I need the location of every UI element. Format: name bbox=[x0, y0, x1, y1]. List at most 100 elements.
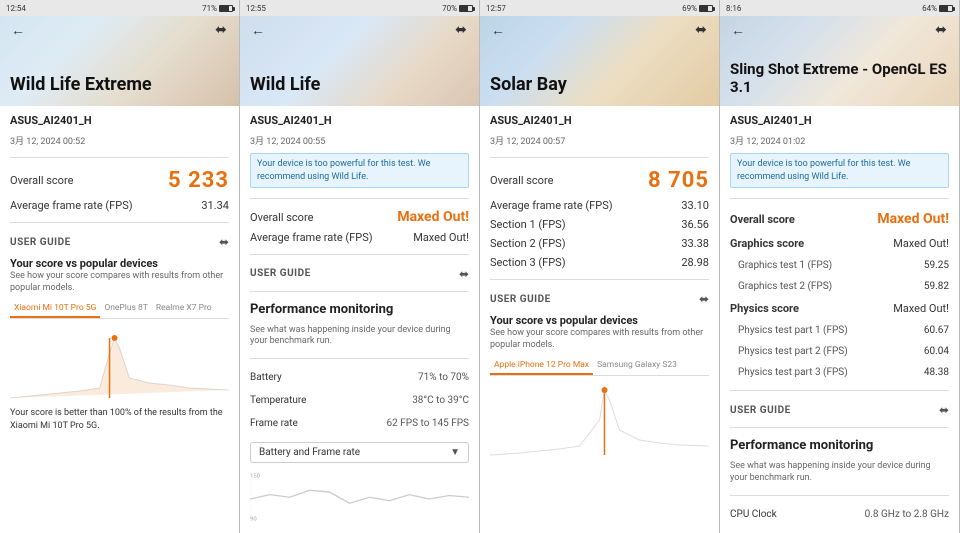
popular-section-3: Your score vs popular devices See how yo… bbox=[490, 314, 709, 460]
divider-3a bbox=[490, 157, 709, 158]
popular-subtitle-1: See how your score compares with results… bbox=[10, 271, 229, 294]
panel-wild-life: 12:55 70% ← ⬌ Wild Life ASUS_AI2401_H 3月… bbox=[240, 0, 480, 533]
section1-value-3: 36.56 bbox=[681, 218, 709, 231]
chart-svg-1 bbox=[10, 323, 229, 403]
perf-label-2-0: Battery bbox=[250, 372, 282, 383]
status-right-2: 70% bbox=[442, 4, 473, 13]
graphics-score-label-4: Graphics score bbox=[730, 237, 804, 250]
overall-score-label-1: Overall score bbox=[10, 174, 73, 187]
graphics-score-row-4: Graphics score Maxed Out! bbox=[730, 235, 949, 252]
device-tabs-1: Xiaomi Mi 10T Pro 5G OnePlus 8T Realme X… bbox=[10, 300, 229, 319]
physics-score-label-4: Physics score bbox=[730, 302, 799, 315]
svg-text:150: 150 bbox=[250, 474, 260, 480]
status-bar-2: 12:55 70% bbox=[240, 0, 479, 16]
share-icon-2[interactable]: ⬌ bbox=[459, 267, 469, 281]
physics-t3-value-4: 48.38 bbox=[924, 367, 949, 378]
panel-wild-life-extreme: 12:54 71% ← ⬌ Wild Life Extreme ASUS_AI2… bbox=[0, 0, 240, 533]
divider-4b bbox=[730, 390, 949, 391]
device-name-1: ASUS_AI2401_H bbox=[10, 114, 229, 127]
dropdown-arrow-2: ▼ bbox=[450, 447, 460, 458]
divider-2a bbox=[250, 198, 469, 199]
chart-area-3 bbox=[490, 380, 709, 460]
panel-title-1: Wild Life Extreme bbox=[10, 74, 229, 96]
user-guide-text-3: USER GUIDE bbox=[490, 294, 551, 305]
tab-realme[interactable]: Realme X7 Pro bbox=[152, 300, 216, 318]
status-bar-1: 12:54 71% bbox=[0, 0, 239, 16]
perf-subtitle-2: See what was happening inside your devic… bbox=[250, 325, 469, 348]
divider-4a bbox=[730, 198, 949, 199]
tab-xiaomi[interactable]: Xiaomi Mi 10T Pro 5G bbox=[10, 300, 100, 318]
popular-title-3: Your score vs popular devices bbox=[490, 314, 709, 327]
panel-header-3: ← ⬌ Solar Bay bbox=[480, 16, 719, 106]
back-button-3[interactable]: ← bbox=[488, 20, 508, 40]
popular-subtitle-3: See how your score compares with results… bbox=[490, 328, 709, 351]
section3-value-3: 28.98 bbox=[681, 256, 709, 269]
avg-fps-label-2: Average frame rate (FPS) bbox=[250, 231, 373, 244]
back-button-2[interactable]: ← bbox=[248, 20, 268, 40]
physics-t3-row-4: Physics test part 3 (FPS) 48.38 bbox=[730, 365, 949, 380]
avg-fps-label-3: Average frame rate (FPS) bbox=[490, 199, 613, 212]
panel-header-2: ← ⬌ Wild Life bbox=[240, 16, 479, 106]
share-icon-3[interactable]: ⬌ bbox=[699, 292, 709, 306]
dropdown-2[interactable]: Battery and Frame rate ▼ bbox=[250, 442, 469, 463]
back-button-1[interactable]: ← bbox=[8, 20, 28, 40]
share-button-header-2[interactable]: ⬌ bbox=[451, 20, 471, 40]
avg-fps-row-2: Average frame rate (FPS) Maxed Out! bbox=[250, 231, 469, 244]
share-icon-4[interactable]: ⬌ bbox=[939, 403, 949, 417]
perf-value-2-1: 38°C to 39°C bbox=[412, 395, 469, 406]
share-button-header-1[interactable]: ⬌ bbox=[211, 20, 231, 40]
device-name-4: ASUS_AI2401_H bbox=[730, 114, 949, 127]
device-date-2: 3月 12, 2024 00:55 bbox=[250, 134, 469, 147]
share-button-header-3[interactable]: ⬌ bbox=[691, 20, 711, 40]
user-guide-text-2: USER GUIDE bbox=[250, 268, 311, 279]
back-button-4[interactable]: ← bbox=[728, 20, 748, 40]
status-right-3: 69% bbox=[682, 4, 713, 13]
graphics-t2-label-4: Graphics test 2 (FPS) bbox=[730, 281, 832, 292]
header-nav-4: ← ⬌ bbox=[720, 16, 959, 44]
bottom-text-1: Your score is better than 100% of the re… bbox=[10, 407, 229, 432]
overall-score-row-1: Overall score 5 233 bbox=[10, 168, 229, 193]
device-name-2: ASUS_AI2401_H bbox=[250, 114, 469, 127]
battery-text-2: 70% bbox=[442, 4, 457, 13]
physics-t1-label-4: Physics test part 1 (FPS) bbox=[730, 325, 848, 336]
user-guide-row-3: USER GUIDE ⬌ bbox=[490, 292, 709, 306]
chart-area-2: 90 150 bbox=[250, 473, 469, 525]
panel-content-4: ASUS_AI2401_H 3月 12, 2024 01:02 Your dev… bbox=[720, 106, 959, 533]
tab-iphone-3[interactable]: Apple iPhone 12 Pro Max bbox=[490, 357, 593, 375]
perf-title-2: Performance monitoring bbox=[250, 302, 469, 317]
section3-row-3: Section 3 (FPS) 28.98 bbox=[490, 256, 709, 269]
battery-icon-3 bbox=[699, 5, 713, 12]
section1-row-3: Section 1 (FPS) 36.56 bbox=[490, 218, 709, 231]
divider-3b bbox=[490, 279, 709, 280]
panel-header-1: ← ⬌ Wild Life Extreme bbox=[0, 16, 239, 106]
share-icon-1[interactable]: ⬌ bbox=[219, 235, 229, 249]
dropdown-label-2: Battery and Frame rate bbox=[259, 447, 360, 458]
share-button-header-4[interactable]: ⬌ bbox=[931, 20, 951, 40]
device-date-4: 3月 12, 2024 01:02 bbox=[730, 134, 949, 147]
device-tabs-3: Apple iPhone 12 Pro Max Samsung Galaxy S… bbox=[490, 357, 709, 376]
overall-score-row-2: Overall score Maxed Out! bbox=[250, 209, 469, 225]
user-guide-row-1: USER GUIDE ⬌ bbox=[10, 235, 229, 249]
status-bar-3: 12:57 69% bbox=[480, 0, 719, 16]
graphics-t1-row-4: Graphics test 1 (FPS) 59.25 bbox=[730, 258, 949, 273]
tab-oneplus[interactable]: OnePlus 8T bbox=[100, 300, 152, 318]
battery-icon-1 bbox=[219, 5, 233, 12]
overall-score-value-3: 8 705 bbox=[648, 168, 709, 193]
panel-title-3: Solar Bay bbox=[490, 74, 709, 96]
panel-title-2: Wild Life bbox=[250, 74, 469, 96]
time-4: 8:16 bbox=[726, 4, 741, 13]
device-name-3: ASUS_AI2401_H bbox=[490, 114, 709, 127]
battery-icon-2 bbox=[459, 5, 473, 12]
battery-text-1: 71% bbox=[202, 4, 217, 13]
device-date-1: 3月 12, 2024 00:52 bbox=[10, 134, 229, 147]
info-box-4: Your device is too powerful for this tes… bbox=[730, 153, 949, 188]
overall-score-value-2: Maxed Out! bbox=[397, 209, 469, 225]
avg-fps-value-2: Maxed Out! bbox=[413, 231, 469, 244]
tab-samsung-3[interactable]: Samsung Galaxy S23 bbox=[593, 357, 681, 375]
popular-section-1: Your score vs popular devices See how yo… bbox=[10, 257, 229, 433]
time-2: 12:55 bbox=[246, 4, 266, 13]
overall-score-value-4: Maxed Out! bbox=[877, 211, 949, 227]
section3-label-3: Section 3 (FPS) bbox=[490, 256, 566, 269]
status-left-1: 12:54 bbox=[6, 4, 26, 13]
header-nav-3: ← ⬌ bbox=[480, 16, 719, 44]
